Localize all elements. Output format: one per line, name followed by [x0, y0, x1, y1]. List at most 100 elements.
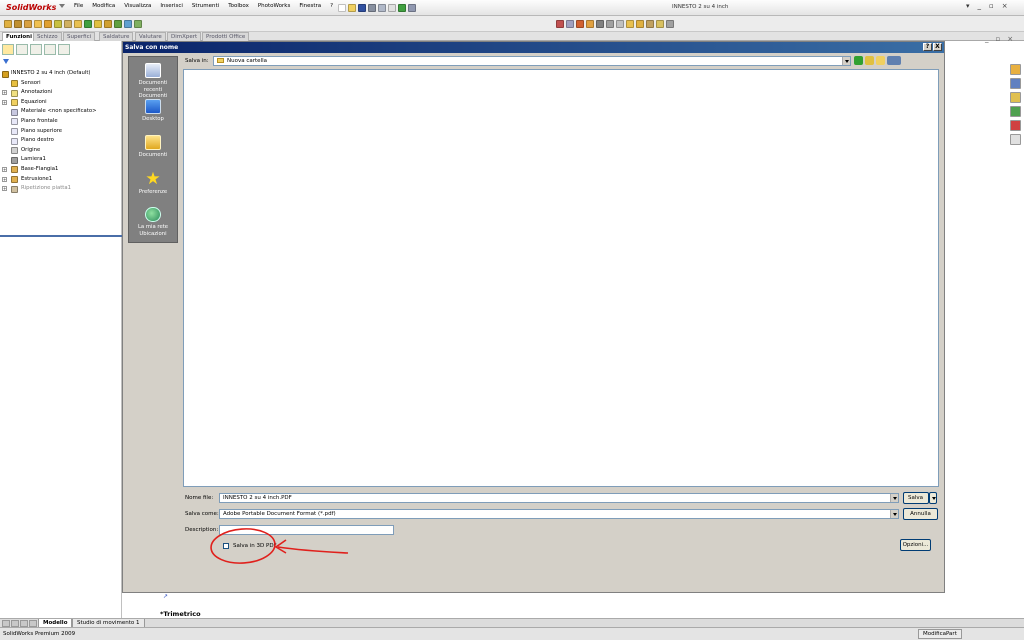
menu-item[interactable]: PhotoWorks	[258, 3, 290, 9]
tree-item[interactable]: Sensori	[0, 79, 122, 89]
hole-icon[interactable]	[104, 20, 112, 28]
property-manager-tab[interactable]	[16, 44, 28, 55]
instant3d-icon[interactable]	[134, 20, 142, 28]
first-tab-icon[interactable]	[2, 620, 10, 627]
tree-item[interactable]: Origine	[0, 146, 122, 156]
options-icon[interactable]	[408, 4, 416, 12]
mirror-icon[interactable]	[94, 20, 102, 28]
tree-item[interactable]: + Base-Flangia1	[0, 165, 122, 175]
command-tab[interactable]: Prodotti Office	[202, 32, 250, 41]
tree-root[interactable]: INNESTO 2 su 4 inch (Default)	[0, 69, 122, 79]
last-tab-icon[interactable]	[29, 620, 37, 627]
new-document-icon[interactable]	[338, 4, 346, 12]
expand-icon[interactable]: +	[2, 166, 7, 172]
undo-icon[interactable]	[378, 4, 386, 12]
command-tab[interactable]: Funzioni	[2, 32, 36, 41]
save-as-type-select[interactable]: Adobe Portable Document Format (*.pdf)	[219, 509, 899, 519]
save-in-combo[interactable]: Nuova cartella	[213, 56, 851, 66]
tree-item[interactable]: Lamiera1	[0, 155, 122, 165]
description-input[interactable]	[219, 525, 394, 535]
menu-item[interactable]: Strumenti	[192, 3, 219, 9]
design-library-icon[interactable]	[1010, 78, 1021, 89]
place-documents[interactable]: Documenti	[129, 135, 177, 159]
search-icon[interactable]	[1010, 106, 1021, 117]
display-style-icon[interactable]	[606, 20, 614, 28]
next-tab-icon[interactable]	[20, 620, 28, 627]
rebuild-icon[interactable]	[398, 4, 406, 12]
scene-icon[interactable]	[636, 20, 644, 28]
view-menu-icon[interactable]	[887, 56, 901, 65]
file-list[interactable]	[183, 69, 939, 487]
command-tab[interactable]: Superfici	[63, 32, 96, 41]
realview-icon[interactable]	[666, 20, 674, 28]
place-network[interactable]: La mia rete Ubicazioni	[129, 207, 177, 237]
zoom-fit-icon[interactable]	[556, 20, 564, 28]
help-icon[interactable]: ?	[923, 43, 932, 51]
tree-item[interactable]: + Estrusione1	[0, 175, 122, 185]
command-tab[interactable]: Valutare	[135, 32, 166, 41]
help-search-icon[interactable]: ▾	[966, 2, 970, 10]
reference-geometry-icon[interactable]	[114, 20, 122, 28]
up-folder-icon[interactable]	[865, 56, 874, 65]
menu-item[interactable]: Modifica	[92, 3, 115, 9]
tree-item[interactable]: Piano superiore	[0, 127, 122, 137]
revolve-icon[interactable]	[14, 20, 22, 28]
place-recent-documents[interactable]: Documenti recenti Documenti	[129, 63, 177, 100]
save-3d-pdf-checkbox[interactable]	[223, 543, 229, 549]
display-manager-tab[interactable]	[58, 44, 70, 55]
expand-icon[interactable]: +	[2, 99, 7, 105]
prev-tab-icon[interactable]	[11, 620, 19, 627]
filename-input[interactable]: INNESTO 2 su 4 inch.PDF	[219, 493, 899, 503]
view-orientation-icon[interactable]	[596, 20, 604, 28]
curves-icon[interactable]	[124, 20, 132, 28]
place-favorites[interactable]: ★ Preferenze	[129, 171, 177, 196]
solidworks-logo[interactable]: SolidWorks	[2, 1, 69, 15]
tree-item[interactable]: Materiale <non specificato>	[0, 107, 122, 117]
select-icon[interactable]	[388, 4, 396, 12]
configuration-manager-tab[interactable]	[30, 44, 42, 55]
previous-view-icon[interactable]	[576, 20, 584, 28]
chevron-down-icon[interactable]	[842, 57, 850, 65]
print-icon[interactable]	[368, 4, 376, 12]
chevron-down-icon[interactable]	[890, 510, 898, 518]
dimxpert-manager-tab[interactable]	[44, 44, 56, 55]
section-view-icon[interactable]	[586, 20, 594, 28]
custom-properties-icon[interactable]	[1010, 134, 1021, 145]
shell-icon[interactable]	[74, 20, 82, 28]
expand-icon[interactable]: +	[2, 176, 7, 182]
expand-icon[interactable]: +	[2, 90, 7, 96]
command-tab[interactable]: Saldature	[99, 32, 134, 41]
command-tab[interactable]: Schizzo	[33, 32, 62, 41]
menu-item[interactable]: Visualizza	[124, 3, 151, 9]
hide-show-icon[interactable]	[616, 20, 624, 28]
save-options-dropdown-icon[interactable]	[929, 492, 937, 504]
chamfer-icon[interactable]	[54, 20, 62, 28]
tree-item[interactable]: + Ripetizione piatta1	[0, 184, 122, 194]
cancel-button[interactable]: Annulla	[903, 508, 938, 520]
rollback-bar[interactable]	[0, 235, 122, 237]
pattern-icon[interactable]	[84, 20, 92, 28]
save-icon[interactable]	[358, 4, 366, 12]
new-folder-icon[interactable]	[876, 56, 885, 65]
options-button[interactable]: Opzioni...	[900, 539, 931, 551]
appearance-icon[interactable]	[626, 20, 634, 28]
tree-item[interactable]: + Equazioni	[0, 98, 122, 108]
filter-icon[interactable]	[3, 59, 9, 64]
menu-item[interactable]: Toolbox	[228, 3, 249, 9]
close-icon[interactable]: X	[933, 43, 942, 51]
tree-item[interactable]: Piano frontale	[0, 117, 122, 127]
menu-item[interactable]: Finestra	[299, 3, 321, 9]
feature-manager-tab[interactable]	[2, 44, 14, 55]
doc-close-icon[interactable]: ×	[1007, 35, 1013, 43]
command-tab[interactable]: DimXpert	[167, 32, 202, 41]
tree-item[interactable]: + Annotazioni	[0, 88, 122, 98]
doc-minimize-icon[interactable]: _	[985, 35, 989, 43]
rib-icon[interactable]	[64, 20, 72, 28]
place-desktop[interactable]: Desktop	[129, 99, 177, 123]
minimize-icon[interactable]: _	[978, 2, 982, 10]
resources-icon[interactable]	[1010, 64, 1021, 75]
open-icon[interactable]	[348, 4, 356, 12]
menu-item[interactable]: File	[74, 3, 83, 9]
menu-item[interactable]: Inserisci	[160, 3, 183, 9]
view-settings-icon[interactable]	[646, 20, 654, 28]
